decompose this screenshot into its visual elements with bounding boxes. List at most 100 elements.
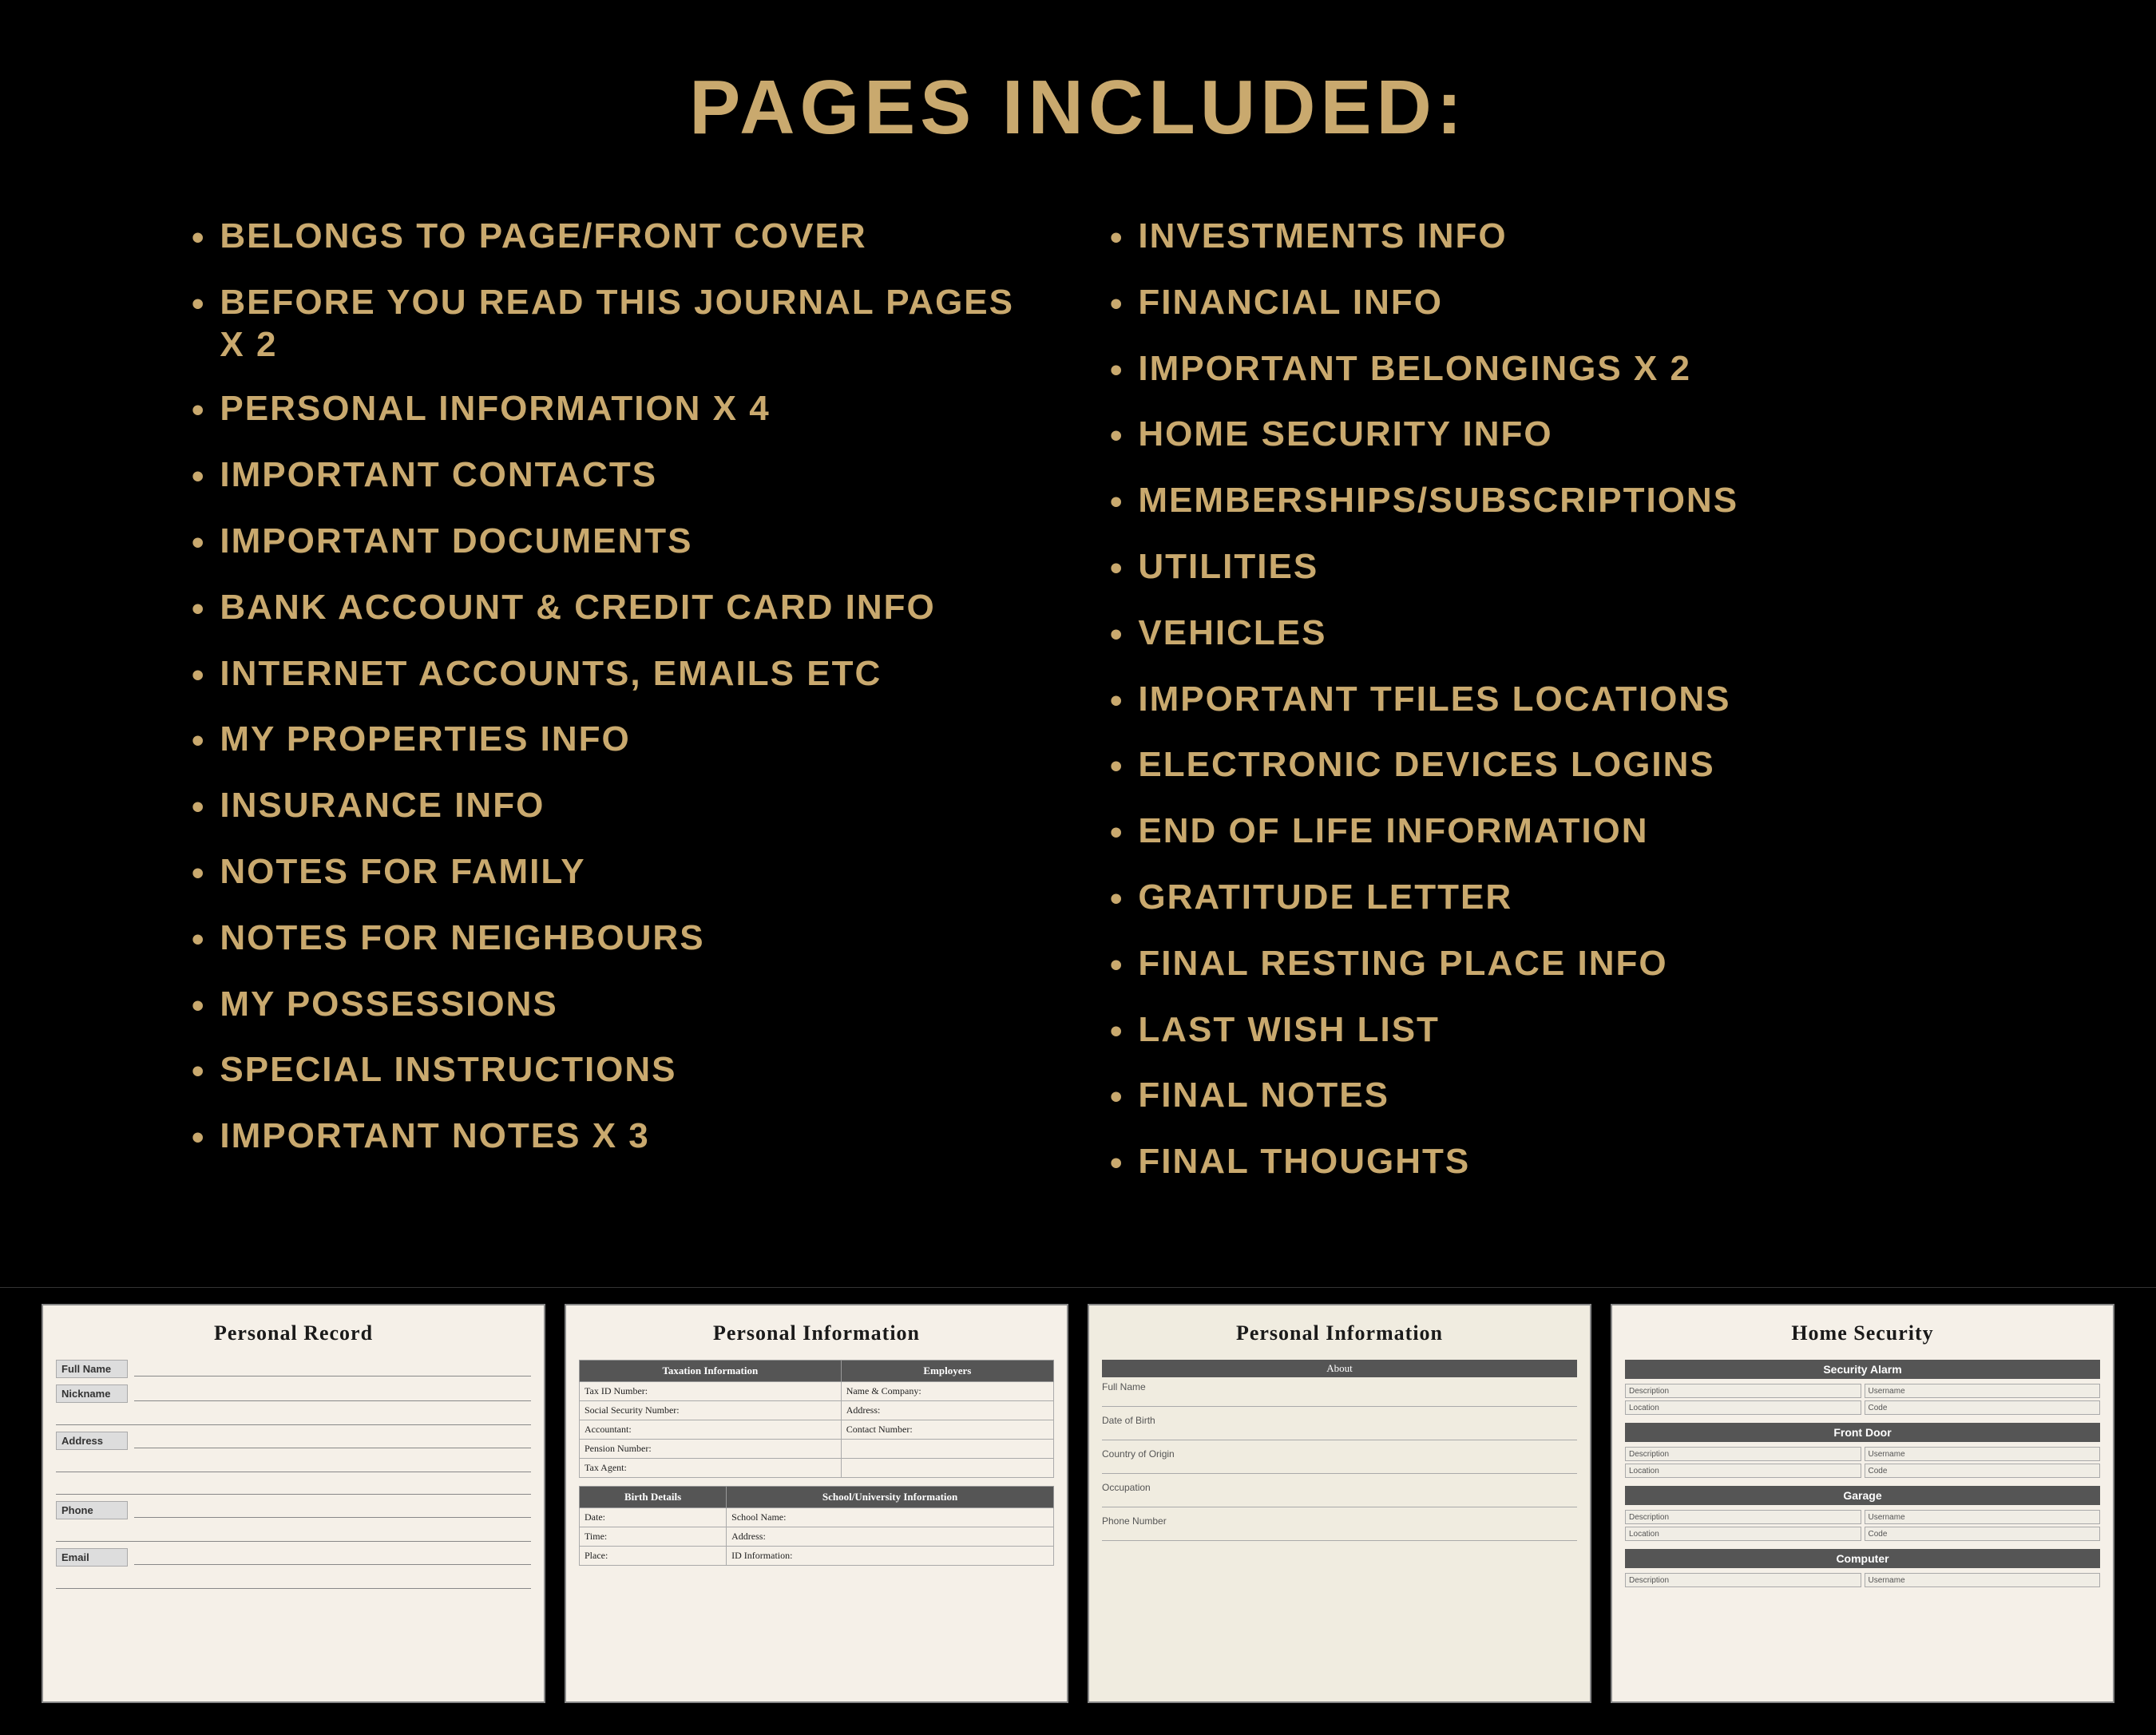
list-item: • MY PROPERTIES INFO	[192, 719, 1046, 763]
security-label-computer-desc: Description	[1629, 1576, 1669, 1585]
preview-card-personal-info: Personal Information Taxation Informatio…	[565, 1304, 1068, 1703]
item-text: IMPORTANT TFILES LOCATIONS	[1138, 679, 1730, 721]
list-item: • FINAL THOUGHTS	[1110, 1141, 1964, 1185]
security-row-computer-1: Description Username	[1625, 1573, 2100, 1587]
page-title: PAGES INCLUDED:	[0, 0, 2156, 200]
item-text: FINAL NOTES	[1138, 1075, 1389, 1117]
security-label-garage-loc: Location	[1629, 1530, 1659, 1539]
cell-time-label: Time:	[580, 1527, 727, 1546]
preview-card-title-3: Personal Information	[1102, 1321, 1577, 1345]
item-text: PERSONAL INFORMATION X 4	[220, 388, 770, 430]
security-cell-door-code: Code	[1865, 1464, 2101, 1478]
item-text: IMPORTANT BELONGINGS X 2	[1138, 348, 1691, 390]
list-item: • IMPORTANT NOTES X 3	[192, 1115, 1046, 1159]
list-item: • FINANCIAL INFO	[1110, 282, 1964, 326]
security-cell-desc: Description	[1625, 1384, 1861, 1398]
left-column: • BELONGS TO PAGE/FRONT COVER • BEFORE Y…	[160, 216, 1078, 1207]
preview-card-personal-record: Personal Record Full Name Nickname Addre…	[42, 1304, 545, 1703]
item-text: INTERNET ACCOUNTS, EMAILS ETC	[220, 653, 882, 695]
list-item: • UTILITIES	[1110, 546, 1964, 590]
bullet-dot: •	[1110, 415, 1124, 458]
list-item: • HOME SECURITY INFO	[1110, 414, 1964, 458]
taxation-table: Taxation Information Employers Tax ID Nu…	[579, 1360, 1054, 1478]
list-item: • SPECIAL INSTRUCTIONS	[192, 1049, 1046, 1093]
bullet-dot: •	[192, 588, 205, 631]
security-row-garage-1: Description Username	[1625, 1510, 2100, 1524]
field-row-nickname: Nickname	[56, 1384, 531, 1403]
field-line-email	[134, 1549, 531, 1565]
item-text: INVESTMENTS INFO	[1138, 216, 1507, 258]
list-item: • BELONGS TO PAGE/FRONT COVER	[192, 216, 1046, 259]
info-row-country: Country of Origin	[1102, 1448, 1577, 1474]
security-cell-loc: Location	[1625, 1400, 1861, 1415]
field-row-email: Email	[56, 1548, 531, 1567]
list-item: • FINAL NOTES	[1110, 1075, 1964, 1119]
bullet-dot: •	[1110, 217, 1124, 259]
field-line-address	[134, 1432, 531, 1448]
item-text: VEHICLES	[1138, 612, 1326, 655]
bullet-dot: •	[192, 853, 205, 895]
bullet-dot: •	[192, 655, 205, 697]
cell-contact-label: Contact Number:	[841, 1420, 1053, 1439]
item-text: FINAL RESTING PLACE INFO	[1138, 943, 1667, 985]
cell-place-label: Place:	[580, 1546, 727, 1565]
list-item: • MEMBERSHIPS/SUBSCRIPTIONS	[1110, 480, 1964, 524]
security-group-garage: Description Username Location Code	[1625, 1510, 2100, 1541]
field-line-phone2	[56, 1526, 531, 1542]
bullet-dot: •	[192, 786, 205, 829]
field-line-address3	[56, 1479, 531, 1495]
preview-card-title-2: Personal Information	[579, 1321, 1054, 1345]
item-text: ELECTRONIC DEVICES LOGINS	[1138, 744, 1714, 786]
field-label-nickname: Nickname	[56, 1384, 128, 1403]
bullet-dot: •	[1110, 878, 1124, 921]
security-row-door-1: Description Username	[1625, 1447, 2100, 1461]
list-item: • IMPORTANT TFILES LOCATIONS	[1110, 679, 1964, 723]
security-label-garage-user: Username	[1869, 1513, 1905, 1522]
list-item: • PERSONAL INFORMATION X 4	[192, 388, 1046, 432]
bullet-dot: •	[1110, 812, 1124, 854]
item-text: FINANCIAL INFO	[1138, 282, 1443, 324]
info-line-country	[1102, 1461, 1577, 1474]
info-row-phone: Phone Number	[1102, 1515, 1577, 1541]
bullet-dot: •	[1110, 1143, 1124, 1185]
list-item: • MY POSSESSIONS	[192, 984, 1046, 1028]
item-text: BELONGS TO PAGE/FRONT COVER	[220, 216, 866, 258]
bullet-dot: •	[192, 217, 205, 259]
security-cell-door-user: Username	[1865, 1447, 2101, 1461]
list-item: • INTERNET ACCOUNTS, EMAILS ETC	[192, 653, 1046, 697]
col-header-taxation: Taxation Information	[580, 1360, 842, 1381]
list-item: • ELECTRONIC DEVICES LOGINS	[1110, 744, 1964, 788]
bullet-dot: •	[1110, 548, 1124, 590]
list-item: • INVESTMENTS INFO	[1110, 216, 1964, 259]
security-label-door-desc: Description	[1629, 1450, 1669, 1459]
item-text: SPECIAL INSTRUCTIONS	[220, 1049, 676, 1091]
list-item: • FINAL RESTING PLACE INFO	[1110, 943, 1964, 987]
security-label-loc: Location	[1629, 1404, 1659, 1412]
bullet-dot: •	[1110, 945, 1124, 987]
cell-date-label: Date:	[580, 1507, 727, 1527]
info-label-fullname: Full Name	[1102, 1381, 1577, 1392]
info-line-occupation	[1102, 1495, 1577, 1507]
field-label-address: Address	[56, 1432, 128, 1450]
security-cell-computer-user: Username	[1865, 1573, 2101, 1587]
item-text: NOTES FOR FAMILY	[220, 851, 585, 893]
info-label-country: Country of Origin	[1102, 1448, 1577, 1460]
security-label-user: Username	[1869, 1387, 1905, 1396]
bullet-dot: •	[192, 1051, 205, 1093]
cell-accountant-label: Accountant:	[580, 1420, 842, 1439]
security-label-code: Code	[1869, 1404, 1888, 1412]
list-item: • LAST WISH LIST	[1110, 1009, 1964, 1053]
field-line-fullname	[134, 1361, 531, 1377]
list-item: • END OF LIFE INFORMATION	[1110, 810, 1964, 854]
security-label-door-loc: Location	[1629, 1467, 1659, 1476]
item-text: IMPORTANT DOCUMENTS	[220, 521, 692, 563]
security-cell-garage-code: Code	[1865, 1527, 2101, 1541]
item-text: FINAL THOUGHTS	[1138, 1141, 1470, 1183]
security-cell-garage-loc: Location	[1625, 1527, 1861, 1541]
item-text: LAST WISH LIST	[1138, 1009, 1440, 1052]
field-row-fullname: Full Name	[56, 1360, 531, 1378]
security-section-garage: Garage	[1625, 1486, 2100, 1505]
info-label-occupation: Occupation	[1102, 1482, 1577, 1493]
preview-card-personal-info-2: Personal Information About Full Name Dat…	[1088, 1304, 1591, 1703]
list-item: • VEHICLES	[1110, 612, 1964, 656]
